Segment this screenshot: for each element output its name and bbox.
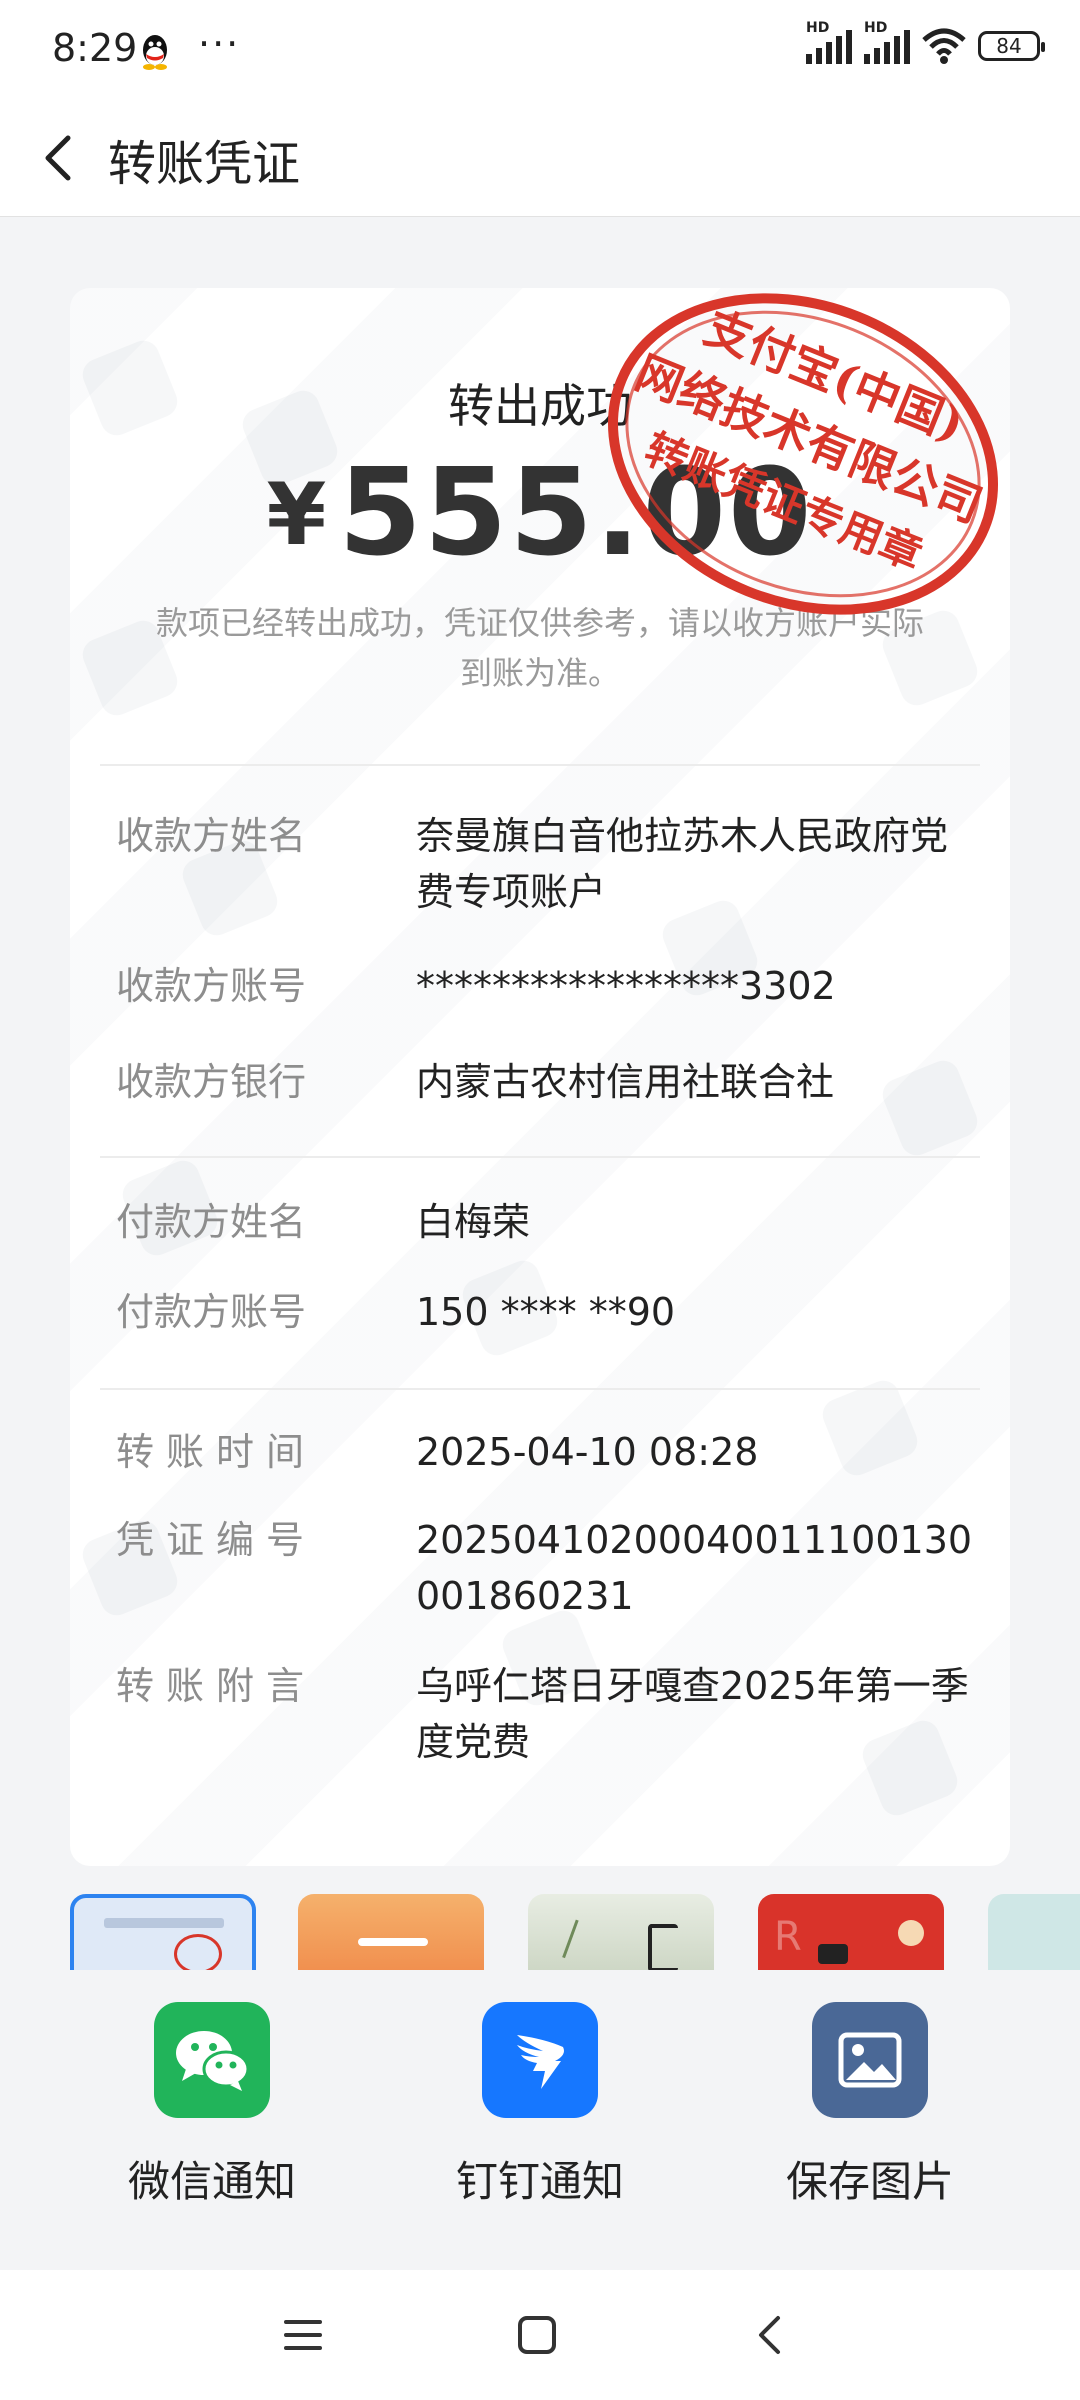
payee-bank-value: 内蒙古农村信用社联合社 <box>416 1060 835 1104</box>
home-icon[interactable] <box>512 2310 562 2360</box>
wechat-icon <box>154 2002 270 2118</box>
share-label: 钉钉通知 <box>455 2157 624 2206</box>
field-label: 转账时间 <box>116 1430 317 1474</box>
menu-icon[interactable] <box>278 2310 328 2360</box>
share-label: 保存图片 <box>785 2157 954 2206</box>
voucher-number-value: 20250410200040011100130001860231 <box>416 1518 973 1618</box>
field-label: 付款方账号 <box>116 1290 307 1334</box>
save-image-button[interactable]: 保存图片 <box>750 2002 990 2209</box>
field-label: 付款方姓名 <box>116 1200 307 1244</box>
transfer-memo-value: 乌呼仁塔日牙嘎查2025年第一季度党费 <box>416 1664 969 1764</box>
dingtalk-notify-button[interactable]: 钉钉通知 <box>420 2002 660 2209</box>
currency-symbol: ¥ <box>266 465 329 565</box>
template-thumb[interactable] <box>988 1894 1080 1970</box>
qq-icon <box>143 35 167 70</box>
wechat-notify-button[interactable]: 微信通知 <box>92 2002 332 2209</box>
share-label: 微信通知 <box>127 2157 296 2206</box>
app-header: 转账凭证 <box>0 100 1080 217</box>
back-icon[interactable] <box>746 2310 796 2360</box>
signal-icon: HD <box>864 20 910 64</box>
signal-tag: HD <box>806 20 830 36</box>
transfer-time-value: 2025-04-10 08:28 <box>416 1430 759 1474</box>
divider <box>100 764 980 766</box>
payer-name-value: 白梅荣 <box>416 1200 531 1244</box>
dingtalk-icon <box>482 2002 598 2118</box>
template-thumb[interactable] <box>298 1894 484 1970</box>
status-bar: 8:29 ··· HD HD 84 <box>0 0 1080 100</box>
chevron-left-icon[interactable] <box>30 128 90 188</box>
field-label: 收款方账号 <box>116 964 307 1008</box>
page-title: 转账凭证 <box>108 136 301 192</box>
payee-account-value: *****************3302 <box>416 964 836 1008</box>
template-thumb[interactable] <box>528 1894 714 1970</box>
field-label: 收款方银行 <box>116 1060 307 1104</box>
divider <box>100 1388 980 1390</box>
status-time: 8:29 <box>52 26 138 70</box>
image-icon <box>812 2002 928 2118</box>
receipt-card: 转出成功 ¥555.00 款项已经转出成功，凭证仅供参考，请以收方账户实际到账为… <box>70 288 1010 1866</box>
template-thumb[interactable]: R <box>758 1894 944 1970</box>
field-label: 凭证编号 <box>116 1518 317 1562</box>
template-strip: R <box>0 1894 1080 1970</box>
system-nav-bar <box>0 2270 1080 2400</box>
payee-name-value: 奈曼旗白音他拉苏木人民政府党费专项账户 <box>416 814 949 914</box>
divider <box>100 1156 980 1158</box>
wifi-icon <box>922 28 966 64</box>
template-thumb-selected[interactable] <box>70 1894 256 1970</box>
more-icon: ··· <box>198 22 241 66</box>
signal-icon: HD <box>806 20 852 64</box>
field-label: 转账附言 <box>116 1664 317 1708</box>
battery-icon: 84 <box>978 31 1045 61</box>
share-panel: 微信通知 钉钉通知 保存图片 <box>0 1970 1080 2270</box>
signal-tag: HD <box>864 20 888 36</box>
payer-account-value: 150 **** **90 <box>416 1290 676 1334</box>
field-label: 收款方姓名 <box>116 814 307 858</box>
